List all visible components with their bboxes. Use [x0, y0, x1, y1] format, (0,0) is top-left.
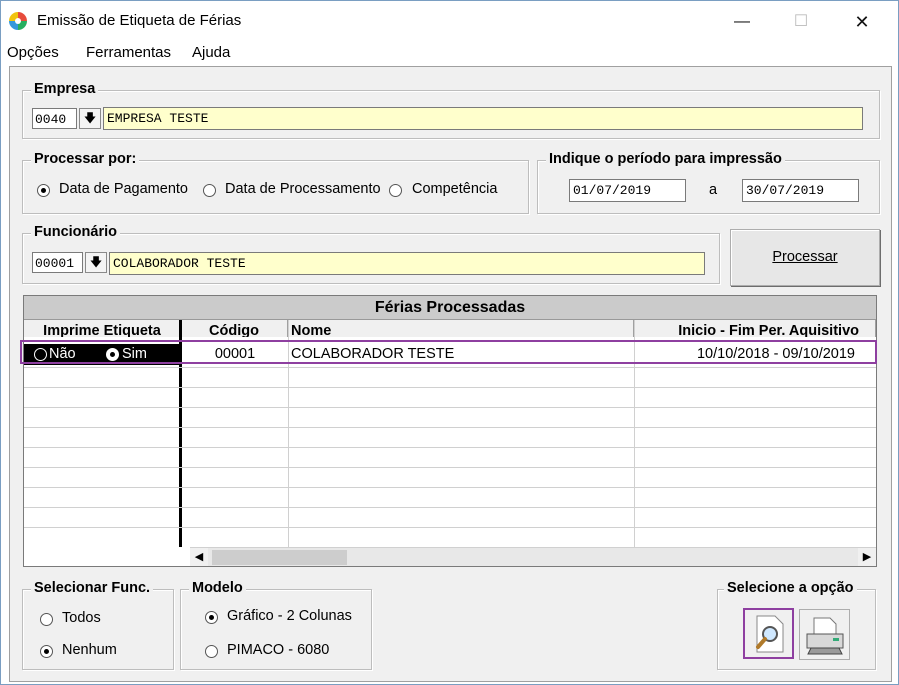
- empresa-lookup-button[interactable]: 🡇: [79, 108, 101, 129]
- radio-todos[interactable]: [40, 613, 53, 626]
- processar-button-label: Processar: [772, 249, 838, 265]
- print-button[interactable]: [799, 609, 850, 660]
- horizontal-scrollbar[interactable]: ◀ ▶: [190, 547, 876, 566]
- funcionario-group: Funcionário 00001 🡇 COLABORADOR TESTE: [22, 224, 720, 284]
- selecione-opcao-label: Selecione a opção: [724, 580, 857, 596]
- radio-nenhum[interactable]: [40, 645, 53, 658]
- label-nenhum: Nenhum: [62, 642, 117, 658]
- funcionario-label: Funcionário: [31, 224, 120, 240]
- radio-grafico-2-colunas[interactable]: [205, 611, 218, 624]
- col-periodo-aquisitivo[interactable]: Inicio - Fim Per. Aquisitivo: [634, 320, 876, 337]
- periodo-separator: a: [709, 182, 718, 198]
- grid-row-line: [24, 387, 876, 388]
- label-grafico-2-colunas: Gráfico - 2 Colunas: [227, 608, 352, 624]
- radio-competencia[interactable]: [389, 184, 402, 197]
- app-logo-icon: [9, 12, 27, 30]
- grid-row-line: [24, 407, 876, 408]
- download-arrow-icon: 🡇: [83, 111, 97, 125]
- window-title: Emissão de Etiqueta de Férias: [37, 12, 242, 29]
- modelo-group: Modelo Gráfico - 2 Colunas PIMACO - 6080: [180, 580, 372, 670]
- selecionar-func-group: Selecionar Func. Todos Nenhum: [22, 580, 174, 670]
- selecione-opcao-group: Selecione a opção: [717, 580, 876, 670]
- label-todos: Todos: [62, 610, 101, 626]
- menu-ferramentas[interactable]: Ferramentas: [86, 44, 171, 61]
- selecionar-func-label: Selecionar Func.: [31, 580, 154, 596]
- processar-por-group: Processar por: Data de Pagamento Data de…: [22, 151, 529, 214]
- grid-row-line: [24, 427, 876, 428]
- funcionario-name-field: COLABORADOR TESTE: [109, 252, 705, 275]
- grid-row-line: [24, 447, 876, 448]
- radio-pimaco-6080[interactable]: [205, 645, 218, 658]
- periodo-start-input[interactable]: 01/07/2019: [569, 179, 686, 202]
- scroll-left-icon[interactable]: ◀: [190, 548, 208, 566]
- scroll-right-icon[interactable]: ▶: [858, 548, 876, 566]
- main-panel: Empresa 0040 🡇 EMPRESA TESTE Processar p…: [9, 66, 892, 682]
- periodo-label: Indique o período para impressão: [546, 151, 785, 167]
- funcionario-code-input[interactable]: 00001: [32, 252, 83, 273]
- processar-button[interactable]: Processar: [730, 229, 880, 286]
- grid-row-line: [24, 367, 876, 368]
- menu-ajuda[interactable]: Ajuda: [192, 44, 230, 61]
- empresa-name-field: EMPRESA TESTE: [103, 107, 863, 130]
- radio-data-processamento[interactable]: [203, 184, 216, 197]
- ferias-grid: Férias Processadas Imprime Etiqueta Códi…: [23, 295, 877, 567]
- grid-row-line: [24, 527, 876, 528]
- download-arrow-icon: 🡇: [89, 255, 103, 269]
- processar-por-label: Processar por:: [31, 151, 140, 167]
- magnifier-document-icon: [756, 615, 784, 653]
- label-data-pagamento: Data de Pagamento: [59, 181, 188, 197]
- menu-opcoes[interactable]: Opções: [7, 44, 59, 61]
- selected-row-highlight: [20, 340, 877, 364]
- label-pimaco-6080: PIMACO - 6080: [227, 642, 330, 658]
- title-bar: Emissão de Etiqueta de Férias — ☐ ✕: [1, 1, 898, 41]
- funcionario-lookup-button[interactable]: 🡇: [85, 252, 107, 273]
- preview-button[interactable]: [743, 608, 794, 659]
- radio-data-pagamento[interactable]: [37, 184, 50, 197]
- empresa-group: Empresa 0040 🡇 EMPRESA TESTE: [22, 81, 880, 139]
- menu-bar: Opções Ferramentas Ajuda: [1, 41, 898, 66]
- empresa-label: Empresa: [31, 81, 99, 97]
- app-window: Emissão de Etiqueta de Férias — ☐ ✕ Opçõ…: [0, 0, 899, 685]
- col-nome[interactable]: Nome: [288, 320, 634, 337]
- grid-row-line: [24, 467, 876, 468]
- modelo-label: Modelo: [189, 580, 246, 596]
- empresa-code-input[interactable]: 0040: [32, 108, 77, 129]
- grid-row-line: [24, 487, 876, 488]
- minimize-button[interactable]: —: [719, 7, 765, 37]
- grid-title: Férias Processadas: [24, 296, 876, 320]
- grid-row-line: [24, 507, 876, 508]
- label-competencia: Competência: [412, 181, 498, 197]
- label-data-processamento: Data de Processamento: [225, 181, 381, 197]
- col-codigo[interactable]: Código: [181, 320, 288, 337]
- printer-icon: [806, 617, 844, 655]
- periodo-group: Indique o período para impressão 01/07/2…: [537, 151, 880, 214]
- close-button[interactable]: ✕: [839, 7, 885, 37]
- periodo-end-input[interactable]: 30/07/2019: [742, 179, 859, 202]
- col-imprime-etiqueta[interactable]: Imprime Etiqueta: [24, 320, 181, 337]
- maximize-button: ☐: [793, 13, 809, 30]
- scroll-thumb[interactable]: [212, 550, 347, 565]
